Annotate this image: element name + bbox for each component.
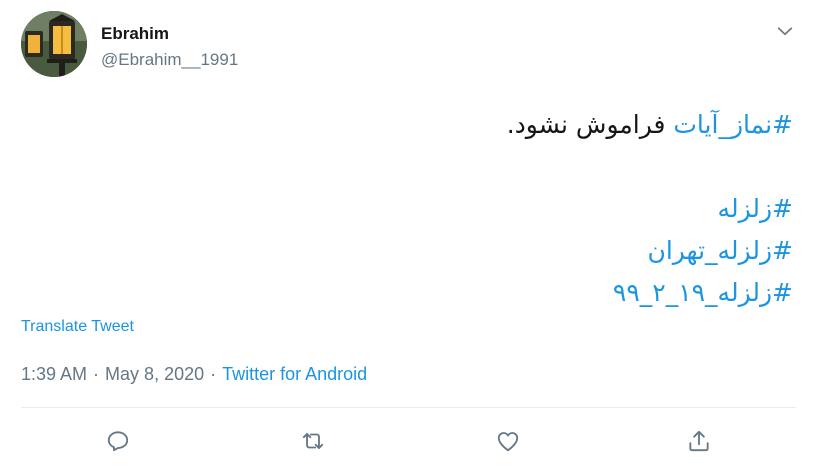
separator-dot: · [210, 364, 217, 384]
tweet-card: Ebrahim @Ebrahim__1991 #نماز_آیات فراموش… [0, 0, 816, 473]
retweet-button[interactable] [296, 424, 330, 458]
chevron-down-icon[interactable] [774, 20, 796, 42]
avatar[interactable] [21, 11, 87, 77]
tweet-date[interactable]: May 8, 2020 [105, 364, 204, 384]
tweet-line-1: #نماز_آیات فراموش نشود. [93, 104, 793, 146]
tweet-line-hashtag: #زلزله [93, 188, 793, 230]
reply-button[interactable] [101, 424, 135, 458]
like-button[interactable] [491, 424, 525, 458]
translate-tweet-link[interactable]: Translate Tweet [21, 318, 134, 336]
tweet-line-hashtag: #زلزله_تهران [93, 230, 793, 272]
share-button[interactable] [682, 424, 716, 458]
tweet-meta: 1:39 AM · May 8, 2020 · Twitter for Android [21, 364, 367, 385]
reply-icon [107, 431, 129, 452]
tweet-line-hashtag: #زلزله_۱۹_۲_۹۹ [93, 272, 793, 314]
share-icon [689, 430, 709, 452]
display-name[interactable]: Ebrahim [101, 24, 169, 44]
hashtag-link[interactable]: #زلزله_۱۹_۲_۹۹ [613, 278, 793, 307]
separator-dot: · [93, 364, 100, 384]
hashtag-link[interactable]: #زلزله [718, 194, 793, 223]
tweet-text: #نماز_آیات فراموش نشود. #زلزله #زلزله_ته… [93, 104, 793, 314]
divider [21, 407, 796, 408]
hashtag-link[interactable]: #زلزله_تهران [647, 236, 793, 265]
username-handle[interactable]: @Ebrahim__1991 [101, 50, 238, 70]
tweet-text-plain: فراموش نشود. [506, 110, 674, 139]
action-bar [0, 424, 816, 458]
tweet-source-link[interactable]: Twitter for Android [222, 364, 367, 384]
hashtag-link[interactable]: #نماز_آیات [673, 110, 793, 139]
like-icon [497, 432, 519, 452]
street-lantern-avatar-icon [21, 11, 87, 77]
retweet-icon [302, 433, 324, 449]
tweet-time[interactable]: 1:39 AM [21, 364, 87, 384]
